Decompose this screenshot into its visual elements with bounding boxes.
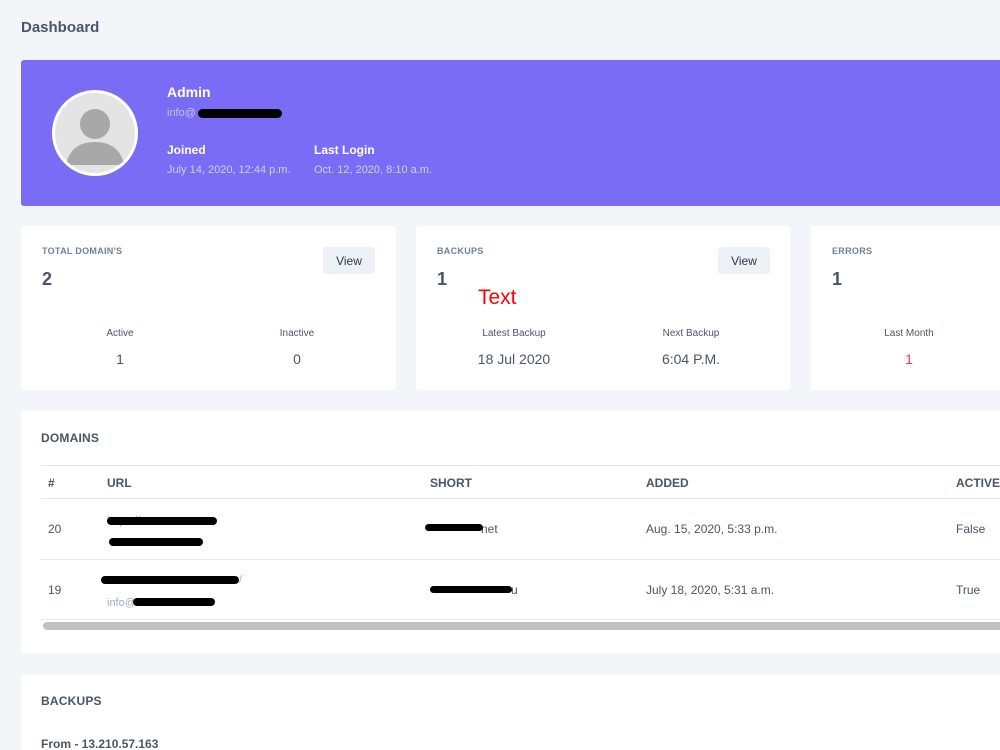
- backup-from-text: From - 13.210.57.163: [41, 737, 159, 750]
- card-count: 2: [42, 269, 53, 289]
- row-active: False: [956, 522, 986, 536]
- url-redaction: [109, 538, 203, 546]
- col-short: SHORT: [430, 476, 472, 490]
- horizontal-scrollbar[interactable]: [43, 622, 1000, 630]
- profile-email: info@: [167, 107, 196, 119]
- divider: [41, 559, 1000, 560]
- backups-card: BACKUPS 1 View Text Latest Backup 18 Jul…: [416, 226, 790, 390]
- row-short: u: [511, 583, 518, 597]
- latest-backup-value: 18 Jul 2020: [477, 351, 551, 367]
- backups-title: BACKUPS: [41, 694, 102, 708]
- active-value: 1: [116, 351, 124, 367]
- col-added: ADDED: [646, 476, 689, 490]
- last-login-value: Oct. 12, 2020, 8:10 a.m.: [314, 164, 433, 176]
- divider: [41, 465, 1000, 466]
- url-redaction: [133, 598, 215, 606]
- view-domains-button[interactable]: View: [323, 247, 375, 274]
- card-count: 1: [832, 269, 843, 289]
- card-label: TOTAL DOMAIN'S: [42, 246, 123, 256]
- url-redaction: [107, 517, 217, 525]
- profile-banner: Admin info@ Joined July 14, 2020, 12:44 …: [21, 60, 1000, 206]
- avatar: [52, 90, 138, 176]
- divider: [41, 619, 1000, 620]
- latest-backup-label: Latest Backup: [482, 328, 546, 339]
- row-short: net: [481, 522, 498, 536]
- errors-card: ERRORS 1 Last Month 1: [811, 226, 1000, 390]
- joined-value: July 14, 2020, 12:44 p.m.: [167, 164, 291, 176]
- col-url: URL: [107, 476, 132, 490]
- last-login-label: Last Login: [314, 143, 375, 157]
- profile-name: Admin: [167, 84, 211, 100]
- card-count: 1: [437, 269, 448, 289]
- col-active: ACTIVE: [956, 476, 1000, 490]
- row-url: /: [239, 574, 243, 586]
- active-label: Active: [106, 328, 134, 339]
- annotation-text: Text: [478, 286, 517, 309]
- card-label: ERRORS: [832, 246, 873, 256]
- total-domains-card: TOTAL DOMAIN'S 2 View Active 1 Inactive …: [21, 226, 396, 390]
- col-id: #: [48, 476, 55, 490]
- short-redaction: [425, 524, 483, 531]
- short-redaction: [430, 586, 512, 593]
- domains-title: DOMAINS: [41, 431, 100, 445]
- next-backup-label: Next Backup: [662, 328, 720, 339]
- domains-card: DOMAINS # URL SHORT ADDED ACTIVE 20 http…: [21, 411, 1000, 653]
- inactive-label: Inactive: [279, 328, 315, 339]
- url-redaction: [101, 576, 239, 584]
- row-id: 20: [48, 522, 62, 536]
- joined-label: Joined: [167, 143, 206, 157]
- inactive-value: 0: [293, 351, 301, 367]
- row-added: July 18, 2020, 5:31 a.m.: [646, 583, 775, 597]
- backups-section: BACKUPS From - 13.210.57.163: [21, 675, 1000, 750]
- row-url-email: info@: [107, 597, 136, 609]
- card-label: BACKUPS: [437, 246, 484, 256]
- page-title: Dashboard: [21, 19, 100, 36]
- row-id: 19: [48, 583, 62, 597]
- next-backup-value: 6:04 P.M.: [661, 351, 721, 367]
- row-active: True: [956, 583, 981, 597]
- divider: [41, 498, 1000, 499]
- row-added: Aug. 15, 2020, 5:33 p.m.: [646, 522, 778, 536]
- view-backups-button[interactable]: View: [718, 247, 770, 274]
- user-silhouette-icon: [66, 109, 124, 165]
- last-month-label: Last Month: [884, 328, 934, 339]
- last-month-value: 1: [905, 351, 913, 367]
- email-redaction: [198, 109, 282, 118]
